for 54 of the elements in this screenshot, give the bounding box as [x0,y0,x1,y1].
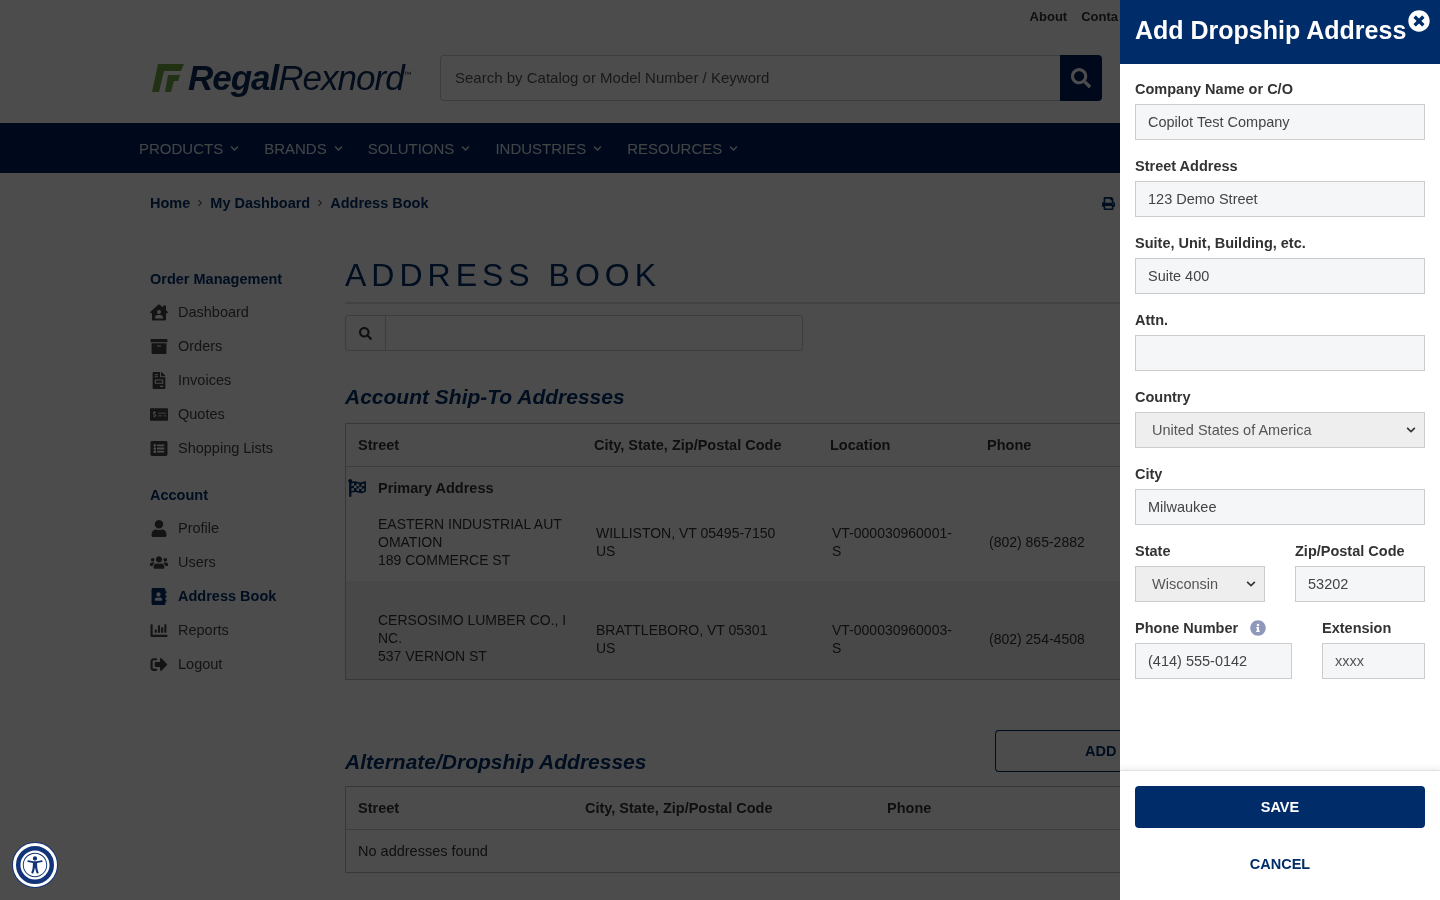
field-label: State [1135,542,1172,559]
field-label: Zip/Postal Code [1295,542,1406,559]
input-field[interactable]: 123 Demo Street [1135,181,1425,217]
table-cell-text: WILLISTON, VT 05495-7150 US [595,524,777,560]
top-link[interactable]: About [1029,8,1068,24]
breadcrumb-link[interactable]: Address Book [330,195,429,211]
input-field[interactable]: 53202 [1295,566,1425,602]
drawer-title: Add Dropship Address [1135,16,1407,46]
save-button[interactable]: SAVE [1135,786,1425,828]
close-button[interactable] [1408,10,1430,32]
field-label: Extension [1322,619,1393,636]
column-header: Phone [987,437,1033,453]
field-label: Company Name or C/O [1135,80,1294,97]
column-header: Location [830,437,892,453]
field-label: City [1135,465,1164,482]
close-icon [1408,10,1430,32]
input-field[interactable]: Copilot Test Company [1135,104,1425,140]
primary-address-label: Primary Address [378,480,494,496]
breadcrumb-link[interactable]: My Dashboard [210,195,311,211]
column-header: Street [358,800,401,816]
cancel-button[interactable]: CANCEL [1243,855,1317,873]
select-field[interactable]: Wisconsin [1135,566,1265,602]
sidebar-heading: Account [150,487,209,503]
section-heading: Alternate/Dropship Addresses [345,750,647,774]
input-field[interactable]: Suite 400 [1135,258,1425,294]
chevron-down-icon [1406,425,1416,435]
top-link[interactable]: Conta [1081,8,1118,24]
input-field[interactable]: xxxx [1322,643,1425,679]
table-cell-text: VT-000030960003-S [831,621,953,657]
input-field[interactable]: Milwaukee [1135,489,1425,525]
field-label: Country [1135,388,1192,405]
chevron-down-icon [1246,579,1256,589]
input-field[interactable]: (414) 555-0142 [1135,643,1292,679]
info-icon[interactable] [1250,619,1267,636]
column-header: Phone [887,800,933,816]
field-label: Street Address [1135,157,1239,174]
field-label: Suite, Unit, Building, etc. [1135,234,1307,251]
accessibility-icon [20,850,50,880]
section-heading: Account Ship-To Addresses [345,385,626,409]
column-header: City, State, Zip/Postal Code [585,800,774,816]
sidebar-heading: Order Management [150,271,284,287]
breadcrumb-link[interactable]: Home [150,195,191,211]
input-field[interactable] [1135,335,1425,371]
select-field[interactable]: United States of America [1135,412,1425,448]
column-header: Street [358,437,401,453]
table-cell-text: VT-000030960001-S [831,524,953,560]
table-cell-text: EASTERN INDUSTRIAL AUTOMATION 189 COMMERCE ST [378,515,563,569]
table-cell-text: BRATTLEBORO, VT 05301 US [595,621,769,657]
column-header: City, State, Zip/Postal Code [594,437,783,453]
field-label: Phone Number [1135,619,1292,636]
table-cell-text: (802) 254-4508 [988,630,1086,648]
field-label: Attn. [1135,311,1169,328]
empty-message: No addresses found [357,842,489,861]
table-cell-text: (802) 865-2882 [988,533,1086,551]
